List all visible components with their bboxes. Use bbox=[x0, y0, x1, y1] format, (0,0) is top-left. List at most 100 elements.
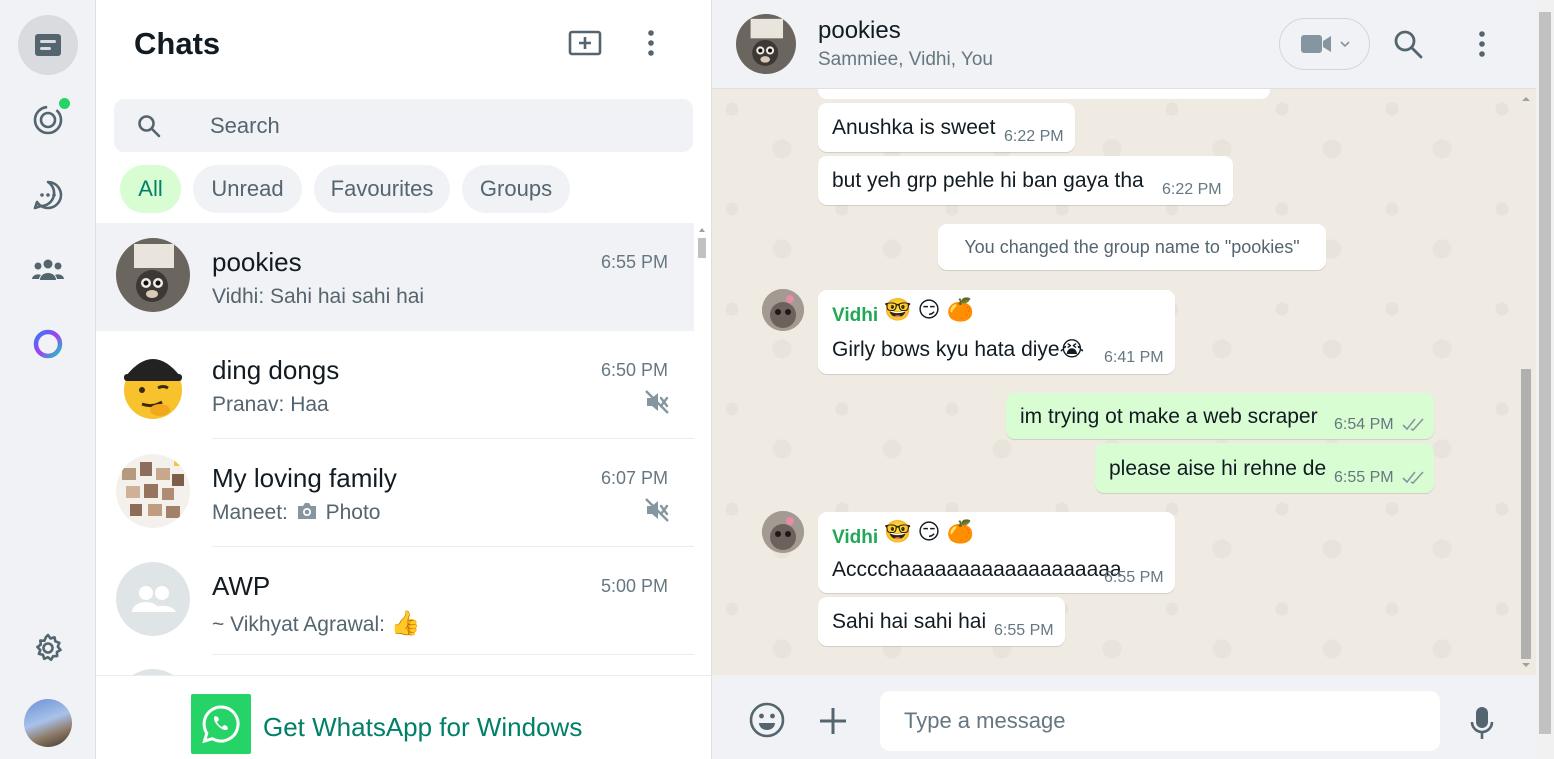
preview-sender: Maneet: bbox=[212, 501, 288, 524]
chats-icon bbox=[35, 34, 61, 56]
message-time: 6:54 PM bbox=[1334, 416, 1394, 433]
conversation-panel: pookies Sammiee, Vidhi, You Anushka is s… bbox=[712, 0, 1536, 759]
filter-all[interactable]: All bbox=[120, 165, 181, 213]
message-time: 6:55 PM bbox=[1104, 569, 1164, 586]
sender-name: Vidhi bbox=[832, 527, 879, 548]
message-time: 6:22 PM bbox=[1162, 181, 1222, 198]
voice-message-button[interactable] bbox=[1468, 703, 1496, 743]
scrollbar-thumb[interactable] bbox=[698, 238, 706, 258]
chat-time: 6:55 PM bbox=[600, 252, 668, 272]
muted-icon bbox=[645, 498, 669, 522]
filter-favourites[interactable]: Favourites bbox=[314, 165, 450, 213]
clipped-message bbox=[818, 89, 1270, 99]
thumbs-up-emoji: 👍 bbox=[390, 610, 421, 637]
double-check-icon bbox=[1402, 471, 1424, 484]
sender-emoji: 🤓 😏 🍊 bbox=[884, 519, 974, 544]
group-avatar bbox=[116, 346, 190, 420]
sender-avatar[interactable] bbox=[762, 289, 804, 331]
profile-avatar[interactable] bbox=[24, 699, 72, 747]
message-input[interactable] bbox=[880, 691, 1440, 751]
message-text: please aise hi rehne de bbox=[1109, 457, 1327, 480]
chat-name: ding dongs bbox=[212, 355, 340, 385]
meta-ai-icon bbox=[33, 329, 63, 359]
conversation-scrollbar[interactable] bbox=[1520, 89, 1532, 675]
video-camera-icon bbox=[1300, 35, 1331, 53]
microphone-icon bbox=[1470, 707, 1494, 739]
search-messages-button[interactable] bbox=[1392, 28, 1424, 60]
message-text: Girly bows kyu hata diye😭 bbox=[832, 338, 1085, 361]
search-input[interactable] bbox=[210, 99, 670, 152]
emoji-icon bbox=[749, 702, 785, 738]
scroll-up-arrow-icon bbox=[699, 228, 705, 232]
status-unread-dot bbox=[59, 98, 70, 109]
window-scrollbar[interactable] bbox=[1536, 0, 1554, 759]
meta-ai-nav-button[interactable] bbox=[18, 314, 78, 374]
search-box[interactable] bbox=[114, 99, 693, 152]
whatsapp-logo-icon bbox=[191, 694, 251, 754]
panel-title: Chats bbox=[134, 26, 221, 61]
camera-icon bbox=[297, 503, 316, 519]
scrollbar-thumb[interactable] bbox=[1539, 12, 1551, 734]
message-bubble-incoming[interactable]: but yeh grp pehle hi ban gaya tha 6:22 P… bbox=[818, 156, 1233, 205]
video-call-button[interactable] bbox=[1279, 18, 1370, 70]
new-chat-button[interactable] bbox=[566, 26, 604, 60]
chat-name: My loving family bbox=[212, 463, 397, 493]
message-composer bbox=[712, 675, 1536, 759]
message-time: 6:41 PM bbox=[1104, 349, 1164, 366]
conversation-members: Sammiee, Vidhi, You bbox=[818, 49, 993, 70]
message-bubble-outgoing[interactable]: im trying ot make a web scraper 6:54 PM bbox=[1006, 393, 1434, 439]
group-avatar bbox=[116, 454, 190, 528]
preview-text: Photo bbox=[325, 501, 381, 524]
chat-row-pookies[interactable]: pookies 6:55 PM Vidhi: Sahi hai sahi hai bbox=[96, 223, 694, 331]
message-bubble-incoming[interactable]: Vidhi 🤓 😏 🍊 Acccchaaaaaaaaaaaaaaaaaaa 6:… bbox=[818, 512, 1175, 593]
message-text: Anushka is sweet bbox=[832, 116, 996, 139]
scroll-up-arrow-icon bbox=[1522, 97, 1530, 101]
chats-nav-button[interactable] bbox=[18, 15, 78, 75]
conversation-title: pookies bbox=[818, 17, 901, 44]
search-icon bbox=[138, 115, 161, 138]
message-bubble-outgoing[interactable]: please aise hi rehne de 6:55 PM bbox=[1095, 443, 1434, 493]
menu-button[interactable] bbox=[636, 26, 666, 60]
chat-preview: Pranav: Haa bbox=[212, 393, 329, 416]
chat-list-scrollbar[interactable] bbox=[698, 226, 706, 676]
status-icon bbox=[33, 105, 63, 135]
more-vertical-icon bbox=[648, 30, 654, 56]
attach-button[interactable] bbox=[817, 705, 849, 737]
chat-time: 6:07 PM bbox=[600, 468, 668, 488]
message-bubble-incoming[interactable]: Vidhi 🤓 😏 🍊 Girly bows kyu hata diye😭 6:… bbox=[818, 290, 1175, 374]
system-message: You changed the group name to "pookies" bbox=[938, 224, 1326, 270]
conversation-menu-button[interactable] bbox=[1467, 28, 1497, 60]
search-icon bbox=[1394, 30, 1423, 59]
communities-nav-button[interactable] bbox=[18, 240, 78, 300]
group-avatar bbox=[116, 238, 190, 312]
chat-row-ding-dongs[interactable]: ding dongs 6:50 PM Pranav: Haa bbox=[96, 331, 694, 439]
preview-text: ~ Vikhyat Agrawal: bbox=[212, 613, 385, 636]
scrollbar-thumb[interactable] bbox=[1521, 369, 1531, 659]
conversation-header[interactable]: pookies Sammiee, Vidhi, You bbox=[712, 0, 1536, 89]
settings-button[interactable] bbox=[18, 618, 78, 678]
channels-nav-button[interactable] bbox=[18, 165, 78, 225]
chevron-down-icon bbox=[1339, 41, 1350, 48]
sender-avatar[interactable] bbox=[762, 511, 804, 553]
chat-row-my-loving-family[interactable]: My loving family 6:07 PM Maneet: Photo bbox=[96, 439, 694, 547]
gear-icon bbox=[36, 633, 62, 662]
filter-unread[interactable]: Unread bbox=[193, 165, 302, 213]
chat-time: 5:00 PM bbox=[600, 576, 668, 596]
get-app-banner[interactable]: Get WhatsApp for Windows bbox=[96, 675, 711, 759]
filter-groups[interactable]: Groups bbox=[462, 165, 570, 213]
plus-icon bbox=[820, 708, 846, 734]
message-time: 6:55 PM bbox=[1334, 469, 1394, 486]
message-bubble-incoming[interactable]: Sahi hai sahi hai 6:55 PM bbox=[818, 597, 1065, 646]
message-bubble-incoming[interactable]: Anushka is sweet 6:22 PM bbox=[818, 103, 1075, 152]
sender-name: Vidhi bbox=[832, 305, 879, 326]
status-nav-button[interactable] bbox=[18, 90, 78, 150]
divider bbox=[212, 654, 694, 655]
message-text: Acccchaaaaaaaaaaaaaaaaaaa bbox=[832, 558, 1122, 581]
emoji-button[interactable] bbox=[748, 701, 786, 739]
chat-time: 6:50 PM bbox=[600, 360, 668, 380]
message-meta: 6:54 PM bbox=[1334, 416, 1426, 434]
chat-row-awp[interactable]: AWP 5:00 PM ~ Vikhyat Agrawal: 👍 bbox=[96, 547, 694, 655]
chat-name: AWP bbox=[212, 571, 271, 601]
message-time: 6:55 PM bbox=[994, 622, 1054, 639]
group-avatar[interactable] bbox=[736, 14, 796, 74]
